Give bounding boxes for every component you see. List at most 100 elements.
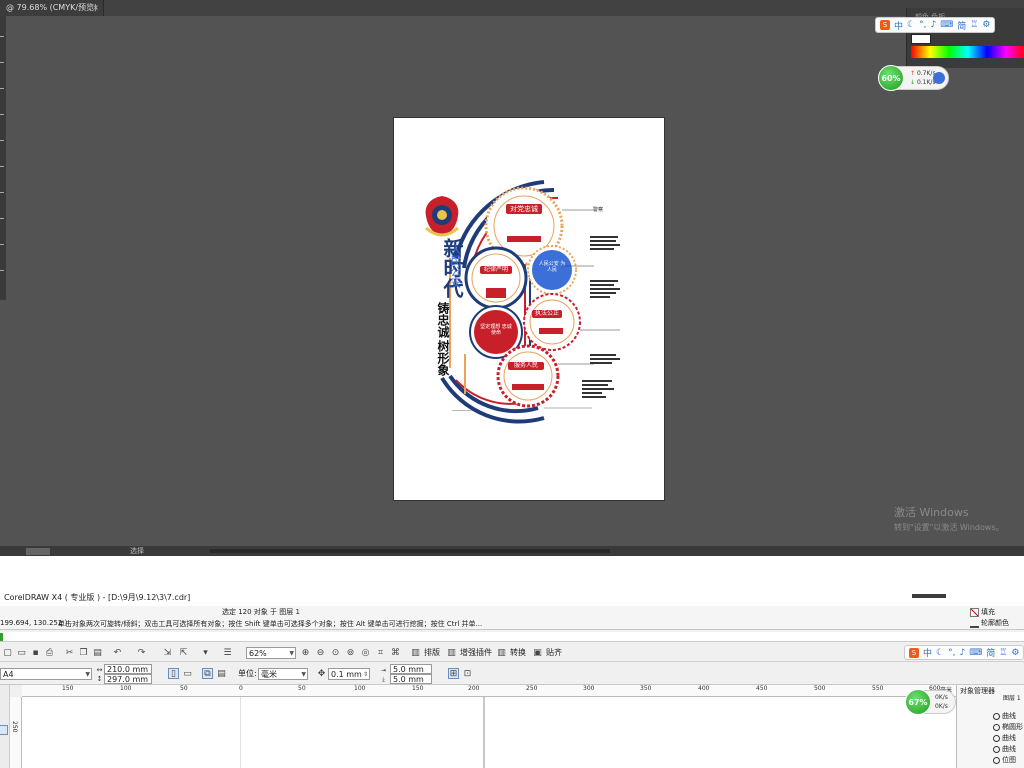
- artboard[interactable]: 新时代 人民公安 铸忠诚 树形象 对党忠诚 纪律严明 人民公安 为人民 坚定理想…: [394, 118, 664, 500]
- ime-toolbar-lower[interactable]: S 中 ☾ °, ♪ ⌨ 简 ♖ ⚙: [904, 645, 1024, 660]
- portrait-icon[interactable]: ▯: [168, 668, 179, 679]
- paste-icon[interactable]: ▤: [92, 647, 103, 658]
- moon-icon[interactable]: ☾: [936, 648, 944, 658]
- horizontal-scrollbar[interactable]: [210, 549, 610, 553]
- treat-as-filled-icon[interactable]: ⊡: [462, 668, 473, 679]
- keyboard-icon[interactable]: ⌨: [940, 20, 953, 30]
- page-border: [483, 697, 485, 768]
- nudge-value: 0.1 mm: [331, 670, 362, 679]
- list-item[interactable]: 曲线: [993, 733, 1023, 744]
- redo-icon[interactable]: ↷: [136, 647, 147, 658]
- shirt-icon[interactable]: ♖: [970, 20, 978, 30]
- plugin-icon[interactable]: ▥: [446, 647, 457, 658]
- net-speed-widget[interactable]: 60% ↑ 0.7K/s ↓ 0.1K/s: [878, 65, 949, 91]
- duplicate-x-input[interactable]: 5.0 mm: [390, 664, 432, 674]
- ruler-label: 350: [640, 685, 652, 692]
- export-icon[interactable]: ⇱: [178, 647, 189, 658]
- layout-icon[interactable]: ▥: [410, 647, 421, 658]
- minimize-button[interactable]: [912, 594, 946, 598]
- vertical-ruler: [0, 16, 6, 300]
- keyboard-icon[interactable]: ⌨: [969, 648, 982, 658]
- snap-button[interactable]: 贴齐: [546, 647, 562, 658]
- close-icon[interactable]: ×: [92, 0, 99, 16]
- new-file-icon[interactable]: ▢: [2, 647, 13, 658]
- welcome-icon[interactable]: ☰: [222, 647, 233, 658]
- copy-icon[interactable]: ❐: [78, 647, 89, 658]
- circle-2-label: 纪律严明: [483, 266, 508, 273]
- net-speed-widget-lower[interactable]: 67% 0K/s 0K/s: [905, 689, 969, 715]
- convert-icon[interactable]: ▥: [496, 647, 507, 658]
- shirt-icon[interactable]: ♖: [999, 648, 1007, 658]
- page-height-input[interactable]: 297.0 mm: [104, 674, 152, 684]
- coreldraw-window: CorelDRAW X4 ( 专业版 ) - [D:\9月\9.12\3\7.c…: [0, 590, 1024, 768]
- color-swatch[interactable]: [911, 34, 931, 44]
- fill-indicator[interactable]: 填充: [970, 607, 995, 617]
- punctuation-icon[interactable]: °,: [948, 648, 955, 658]
- layout-button[interactable]: 排版: [424, 647, 440, 658]
- windows-activation-watermark: 激活 Windows 转到"设置"以激活 Windows。: [894, 504, 1004, 533]
- snap-grid-icon[interactable]: ⊞: [448, 668, 459, 679]
- current-page-icon[interactable]: ▤: [216, 668, 227, 679]
- rocket-icon[interactable]: [933, 72, 945, 84]
- circle-5-label: 执法公正: [534, 310, 559, 317]
- zoom-all-icon[interactable]: ⊚: [345, 647, 356, 658]
- zoom-selected-icon[interactable]: ⊙: [330, 647, 341, 658]
- ime-simplified[interactable]: 简: [986, 646, 995, 659]
- zoom-value: 62%: [249, 649, 267, 658]
- convert-button[interactable]: 转换: [510, 647, 526, 658]
- all-pages-icon[interactable]: ⧉: [202, 668, 213, 679]
- unit-select[interactable]: 毫米 ▼: [258, 668, 308, 680]
- net-percent: 67%: [905, 689, 931, 715]
- list-item[interactable]: 位图: [993, 755, 1023, 766]
- document-tab[interactable]: @ 79.68% (CMYK/预览) ×: [0, 0, 104, 16]
- layer-label[interactable]: 图层 1: [1003, 695, 1021, 702]
- guideline[interactable]: [240, 697, 241, 768]
- ime-simplified[interactable]: 简: [957, 19, 966, 32]
- open-folder-icon[interactable]: ▭: [16, 647, 27, 658]
- zoom-width-icon[interactable]: ⌗: [375, 647, 386, 658]
- gear-icon[interactable]: ⚙: [982, 20, 990, 30]
- ime-mode[interactable]: 中: [923, 646, 932, 659]
- toolbox: [0, 685, 10, 768]
- police-badge-icon: [425, 196, 459, 237]
- save-icon[interactable]: ▪: [30, 647, 41, 658]
- ruler-label: 400: [698, 685, 710, 692]
- moon-icon[interactable]: ☾: [907, 20, 915, 30]
- list-item[interactable]: 曲线: [993, 744, 1023, 755]
- drawing-canvas[interactable]: [22, 697, 956, 768]
- zoom-height-icon[interactable]: ⌘: [390, 647, 401, 658]
- mic-icon[interactable]: ♪: [959, 648, 965, 658]
- list-item[interactable]: 椭圆形: [993, 722, 1023, 733]
- ime-toolbar[interactable]: S 中 ☾ °, ♪ ⌨ 简 ♖ ⚙: [875, 17, 996, 33]
- undo-icon[interactable]: ↶: [112, 647, 123, 658]
- cut-icon[interactable]: ✂: [64, 647, 75, 658]
- page-size-value: A4: [3, 670, 14, 679]
- print-icon[interactable]: ⎙: [44, 647, 55, 658]
- nudge-input[interactable]: 0.1 mm ⇕: [328, 668, 370, 680]
- zoom-in-icon[interactable]: ⊕: [300, 647, 311, 658]
- document-tab-label: @ 79.68% (CMYK/预览): [6, 3, 98, 12]
- zoom-page-icon[interactable]: ◎: [360, 647, 371, 658]
- import-icon[interactable]: ⇲: [162, 647, 173, 658]
- gear-icon[interactable]: ⚙: [1011, 648, 1019, 658]
- snap-icon[interactable]: ▣: [532, 647, 543, 658]
- unit-value: 毫米: [261, 670, 277, 679]
- duplicate-y-value: 5.0 mm: [393, 675, 424, 684]
- list-item[interactable]: 曲线: [993, 711, 1023, 722]
- landscape-icon[interactable]: ▭: [182, 668, 193, 679]
- outline-indicator[interactable]: 轮廓颜色: [970, 618, 1009, 628]
- duplicate-y-input[interactable]: 5.0 mm: [390, 674, 432, 684]
- zoom-combo[interactable]: 62% ▼: [246, 647, 296, 659]
- color-spectrum[interactable]: [911, 46, 1024, 58]
- app-launcher-icon[interactable]: ▾: [200, 647, 211, 658]
- tab-strip: [104, 0, 1024, 16]
- zoom-out-icon[interactable]: ⊖: [315, 647, 326, 658]
- page-width-input[interactable]: 210.0 mm: [104, 664, 152, 674]
- ime-mode[interactable]: 中: [894, 19, 903, 32]
- page-navigator[interactable]: [26, 548, 50, 555]
- punctuation-icon[interactable]: °,: [919, 20, 926, 30]
- pick-tool-icon[interactable]: [0, 725, 8, 735]
- plugin-button[interactable]: 增强插件: [460, 647, 492, 658]
- page-size-select[interactable]: A4 ▼: [0, 668, 92, 680]
- mic-icon[interactable]: ♪: [930, 20, 936, 30]
